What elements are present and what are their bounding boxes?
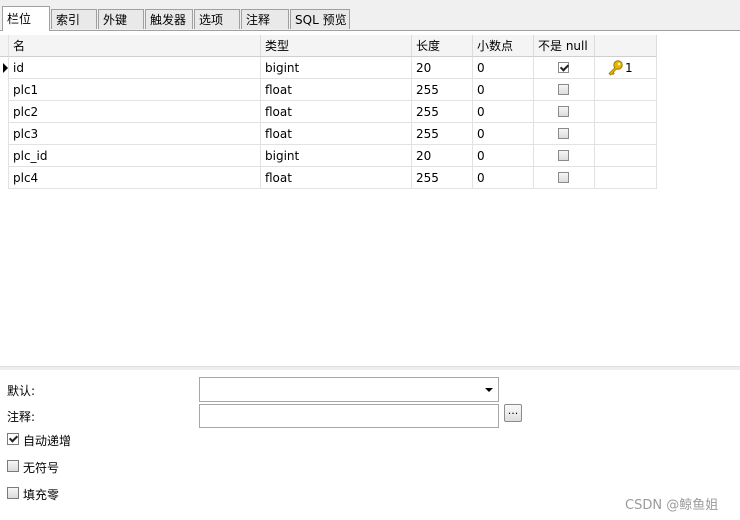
not-null-checkbox[interactable] — [558, 84, 569, 95]
field-length-cell[interactable]: 255 — [412, 79, 473, 101]
field-name-cell[interactable]: plc3 — [9, 123, 261, 145]
field-decimals-cell[interactable]: 0 — [473, 123, 534, 145]
tab-sql-preview[interactable]: SQL 预览 — [290, 9, 350, 29]
column-header-length[interactable]: 长度 — [412, 35, 473, 57]
column-header-key — [595, 35, 657, 57]
field-key-cell[interactable]: 1 — [595, 57, 657, 79]
unsigned-checkbox[interactable] — [7, 460, 19, 472]
row-indicator[interactable] — [0, 167, 9, 189]
column-header-decimals[interactable]: 小数点 — [473, 35, 534, 57]
row-indicator[interactable] — [0, 79, 9, 101]
tab-fields[interactable]: 栏位 — [2, 6, 50, 31]
field-length-cell[interactable]: 20 — [412, 57, 473, 79]
tab-options[interactable]: 选项 — [194, 9, 240, 29]
tab-comment[interactable]: 注释 — [241, 9, 289, 29]
tab-label: 注释 — [246, 13, 271, 27]
row-indicator[interactable] — [0, 57, 9, 79]
field-key-cell[interactable] — [595, 123, 657, 145]
field-type-cell[interactable]: bigint — [261, 57, 412, 79]
field-not-null-cell — [534, 145, 595, 167]
row-indicator[interactable] — [0, 145, 9, 167]
zerofill-checkbox[interactable] — [7, 487, 19, 499]
field-name-cell[interactable]: id — [9, 57, 261, 79]
column-header-not-null[interactable]: 不是 null — [534, 35, 595, 57]
field-type-cell[interactable]: float — [261, 101, 412, 123]
comment-editor-button[interactable]: ... — [504, 404, 522, 422]
field-type-cell[interactable]: bigint — [261, 145, 412, 167]
dropdown-arrow-icon[interactable] — [485, 388, 493, 392]
tab-bar: 栏位 索引 外键 触发器 选项 注释 SQL 预览 — [0, 6, 740, 31]
field-decimals-cell[interactable]: 0 — [473, 79, 534, 101]
field-type-cell[interactable]: float — [261, 123, 412, 145]
field-decimals-cell[interactable]: 0 — [473, 57, 534, 79]
field-not-null-cell — [534, 101, 595, 123]
field-key-cell[interactable] — [595, 167, 657, 189]
field-not-null-cell — [534, 167, 595, 189]
tab-triggers[interactable]: 触发器 — [145, 9, 193, 29]
field-decimals-cell[interactable]: 0 — [473, 167, 534, 189]
not-null-checkbox[interactable] — [558, 128, 569, 139]
unsigned-label: 无符号 — [23, 461, 60, 475]
tab-label: 触发器 — [150, 13, 187, 27]
field-type-cell[interactable]: float — [261, 79, 412, 101]
tab-label: 索引 — [56, 13, 81, 27]
field-name-cell[interactable]: plc_id — [9, 145, 261, 167]
field-not-null-cell — [534, 123, 595, 145]
field-decimals-cell[interactable]: 0 — [473, 145, 534, 167]
primary-key-icon — [608, 60, 623, 76]
not-null-checkbox[interactable] — [558, 62, 569, 73]
row-indicator[interactable] — [0, 123, 9, 145]
field-name-cell[interactable]: plc4 — [9, 167, 261, 189]
not-null-checkbox[interactable] — [558, 172, 569, 183]
tab-label: SQL 预览 — [295, 13, 347, 27]
field-key-cell[interactable] — [595, 145, 657, 167]
not-null-checkbox[interactable] — [558, 106, 569, 117]
field-not-null-cell — [534, 79, 595, 101]
current-row-arrow-icon — [3, 63, 8, 73]
field-length-cell[interactable]: 255 — [412, 101, 473, 123]
tab-label: 选项 — [199, 13, 224, 27]
field-name-cell[interactable]: plc2 — [9, 101, 261, 123]
watermark: CSDN @鲸鱼姐 — [625, 498, 719, 513]
default-label: 默认: — [7, 384, 36, 398]
field-name-cell[interactable]: plc1 — [9, 79, 261, 101]
auto-increment-label: 自动递增 — [23, 434, 72, 448]
field-type-cell[interactable]: float — [261, 167, 412, 189]
field-length-cell[interactable]: 20 — [412, 145, 473, 167]
tab-label: 栏位 — [7, 12, 32, 26]
not-null-checkbox[interactable] — [558, 150, 569, 161]
row-indicator[interactable] — [0, 101, 9, 123]
panel-splitter[interactable] — [0, 366, 740, 370]
tab-label: 外键 — [103, 13, 128, 27]
column-header-name[interactable]: 名 — [9, 35, 261, 57]
column-header-type[interactable]: 类型 — [261, 35, 412, 57]
key-order: 1 — [625, 61, 633, 75]
field-not-null-cell — [534, 57, 595, 79]
field-key-cell[interactable] — [595, 101, 657, 123]
comment-input[interactable] — [199, 404, 499, 428]
field-length-cell[interactable]: 255 — [412, 123, 473, 145]
tab-indexes[interactable]: 索引 — [51, 9, 97, 29]
auto-increment-checkbox[interactable] — [7, 433, 19, 445]
comment-label: 注释: — [7, 410, 36, 424]
field-length-cell[interactable]: 255 — [412, 167, 473, 189]
row-indicator-header — [0, 35, 9, 57]
tab-foreign-keys[interactable]: 外键 — [98, 9, 144, 29]
field-decimals-cell[interactable]: 0 — [473, 101, 534, 123]
field-key-cell[interactable] — [595, 79, 657, 101]
default-value-dropdown[interactable] — [199, 377, 499, 402]
zerofill-label: 填充零 — [23, 488, 60, 502]
